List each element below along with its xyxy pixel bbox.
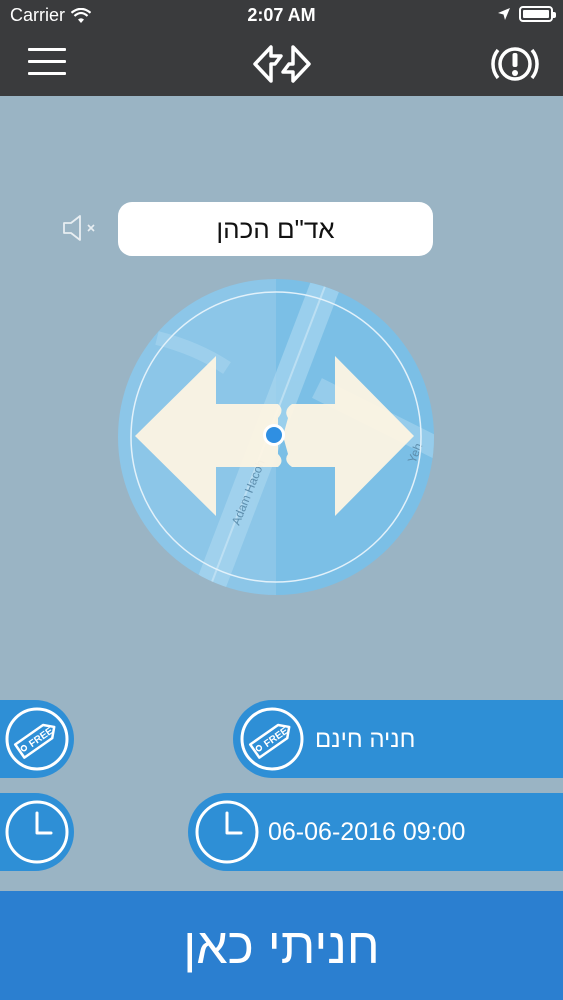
free-tag-icon: FREE [240, 707, 304, 771]
battery-icon [519, 6, 556, 22]
nav-bar [0, 32, 563, 96]
parking-type-label: חניה חינם [315, 726, 416, 753]
current-location-dot [266, 427, 282, 443]
parked-here-button[interactable]: חניתי כאן [0, 891, 563, 1000]
speaker-muted-icon[interactable] [60, 212, 100, 244]
alert-circle-icon[interactable] [491, 41, 539, 87]
clock-icon [5, 800, 69, 864]
parking-type-side-tab[interactable]: FREE [0, 700, 74, 778]
clock-icon [195, 800, 259, 864]
parking-time-side-tab[interactable] [0, 793, 74, 871]
street-name-box: אד"ם הכהן [118, 202, 433, 256]
parking-time-row: 06-06-2016 09:00 [0, 793, 563, 871]
location-arrow-icon [498, 8, 510, 20]
parking-type-pill[interactable]: FREE חניה חינם [233, 700, 563, 778]
swap-direction-icon[interactable] [251, 38, 313, 90]
status-right [497, 6, 556, 22]
parking-time-pill[interactable]: 06-06-2016 09:00 [188, 793, 563, 871]
direction-compass[interactable]: Adam Hacoh Yeh [117, 278, 435, 596]
free-tag-icon: FREE [5, 707, 69, 771]
street-name: אד"ם הכהן [216, 213, 335, 244]
parked-here-label: חניתי כאן [183, 917, 380, 974]
parking-type-row: FREE FREE חניה חינם [0, 700, 563, 778]
parking-datetime: 06-06-2016 09:00 [268, 818, 466, 846]
status-bar: Carrier 2:07 AM [0, 0, 563, 32]
clock-time: 2:07 AM [247, 5, 316, 25]
hamburger-menu-icon[interactable] [28, 48, 66, 80]
